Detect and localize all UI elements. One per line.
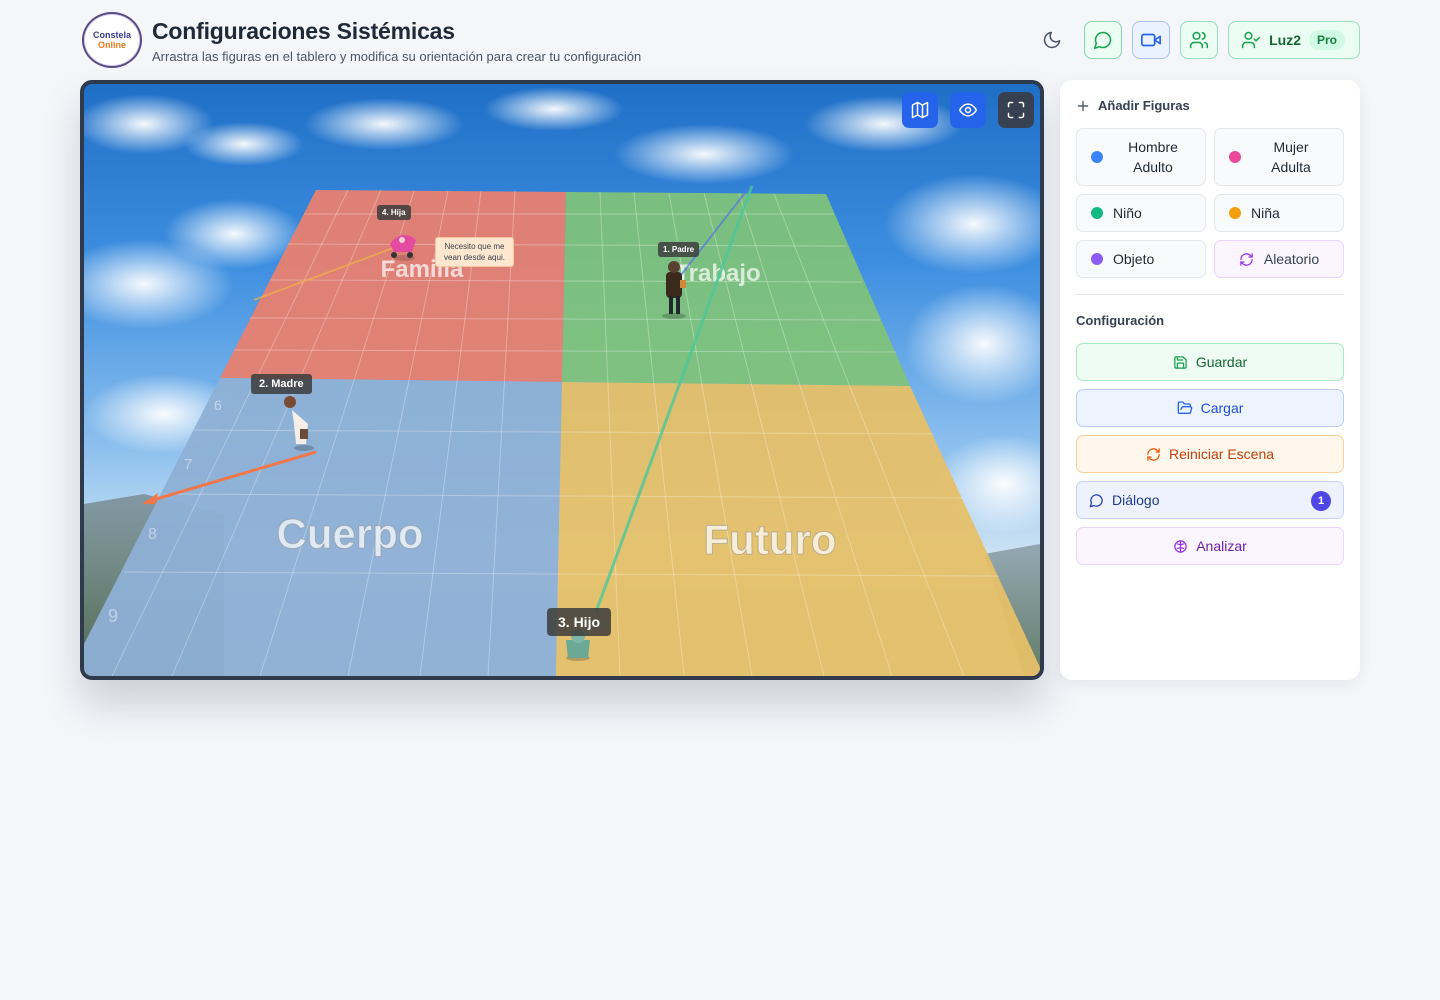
eye-icon [958,103,978,117]
theme-toggle-button[interactable] [1038,26,1066,54]
add-man-label: Hombre Adulto [1113,137,1205,177]
user-check-icon [1242,31,1261,49]
speech-bubble-line2: vean desde aqui. [444,253,505,262]
user-name: Luz2 [1269,32,1301,48]
row-number-6: 6 [214,397,222,413]
view-toggle-button[interactable] [950,92,986,128]
chat-button[interactable] [1084,21,1123,59]
header-actions: Luz2 Pro [1038,21,1360,59]
zone-work[interactable] [562,192,910,386]
logo-line1: Constela [92,30,131,40]
row-number-7: 7 [184,456,192,473]
map-view-button[interactable] [902,92,938,128]
blue-dot-icon [1091,151,1103,163]
refresh-icon [1147,447,1160,461]
add-girl-label: Niña [1251,205,1280,221]
save-button[interactable]: Guardar [1076,343,1344,381]
figure-tag-madre: 2. Madre [251,374,312,394]
reset-scene-label: Reiniciar Escena [1168,446,1275,462]
add-figures-title: Añadir Figuras [1098,98,1190,113]
plus-icon [1077,100,1089,111]
config-heading: Configuración [1076,313,1165,328]
row-number-8: 8 [148,526,157,543]
save-label: Guardar [1195,354,1248,370]
add-woman-label: Mujer Adulta [1251,137,1343,177]
speech-bubble: Necesito que me vean desde aqui. [435,237,514,267]
random-figure-label: Aleatorio [1263,251,1320,267]
load-button[interactable]: Cargar [1076,389,1344,427]
load-label: Cargar [1200,400,1244,416]
add-woman-label-line2: Adulta [1271,159,1311,175]
analyze-label: Analizar [1196,538,1247,554]
side-panel: Añadir Figuras Hombre Adulto Mujer Adult… [1060,80,1360,680]
user-menu-button[interactable]: Luz2 Pro [1228,21,1360,59]
add-object-label: Objeto [1113,251,1155,267]
figure-tag-padre: 1. Padre [658,242,700,257]
message-icon [1089,493,1103,507]
folder-open-icon [1177,401,1192,414]
green-dot-icon [1091,207,1103,219]
constellation-board-scene[interactable]: Familia Trabajo Cuerpo Futuro 6 7 8 9 4.… [80,80,1044,680]
add-man-button[interactable]: Hombre Adulto [1076,128,1206,186]
orange-dot-icon [1229,207,1241,219]
chat-icon [1094,31,1112,50]
zone-label-body: Cuerpo [277,510,424,557]
logo-line2: Online [97,40,126,50]
plan-badge: Pro [1308,30,1345,50]
add-man-label-line2: Adulto [1133,159,1173,175]
speech-bubble-line1: Necesito que me [444,242,505,251]
scene-toolbar [902,92,1034,128]
dialog-button[interactable]: Diálogo 1 [1076,481,1344,519]
video-button[interactable] [1132,21,1171,59]
purple-dot-icon [1091,253,1103,265]
participants-button[interactable] [1180,21,1219,59]
add-woman-button[interactable]: Mujer Adulta [1214,128,1344,186]
dialog-label: Diálogo [1112,492,1160,508]
app-header: Constela Online Configuraciones Sistémic… [80,10,1360,70]
shuffle-icon [1240,252,1253,266]
moon-icon [1043,31,1061,49]
video-icon [1141,33,1162,47]
add-man-label-line1: Hombre [1128,139,1178,155]
users-icon [1190,31,1209,49]
figure-tag-hijo: 3. Hijo [547,608,612,636]
add-girl-button[interactable]: Niña [1214,194,1344,232]
page-title: Configuraciones Sistémicas [152,18,455,44]
page-subtitle: Arrastra las figuras en el tablero y mod… [152,49,642,64]
dialog-count-badge: 1 [1311,491,1331,511]
map-icon [911,101,929,119]
pink-dot-icon [1229,151,1241,163]
random-figure-button[interactable]: Aleatorio [1214,240,1344,278]
analyze-button[interactable]: Analizar [1076,527,1344,565]
fullscreen-icon [1007,101,1025,119]
add-woman-label-line1: Mujer [1273,139,1309,155]
zone-label-future: Futuro [704,516,837,563]
figure-tag-hija: 4. Hija [377,205,411,220]
row-number-9: 9 [108,606,118,626]
add-figures-heading: Añadir Figuras [1076,98,1190,113]
panel-divider [1076,294,1344,295]
save-icon [1174,355,1187,369]
add-object-button[interactable]: Objeto [1076,240,1206,278]
add-boy-button[interactable]: Niño [1076,194,1206,232]
app-logo[interactable]: Constela Online [82,12,142,68]
add-boy-label: Niño [1113,205,1142,221]
brain-icon [1174,539,1187,553]
board-canvas[interactable]: Familia Trabajo Cuerpo Futuro 6 7 8 9 [84,84,1040,676]
reset-scene-button[interactable]: Reiniciar Escena [1076,435,1344,473]
fullscreen-button[interactable] [998,92,1034,128]
